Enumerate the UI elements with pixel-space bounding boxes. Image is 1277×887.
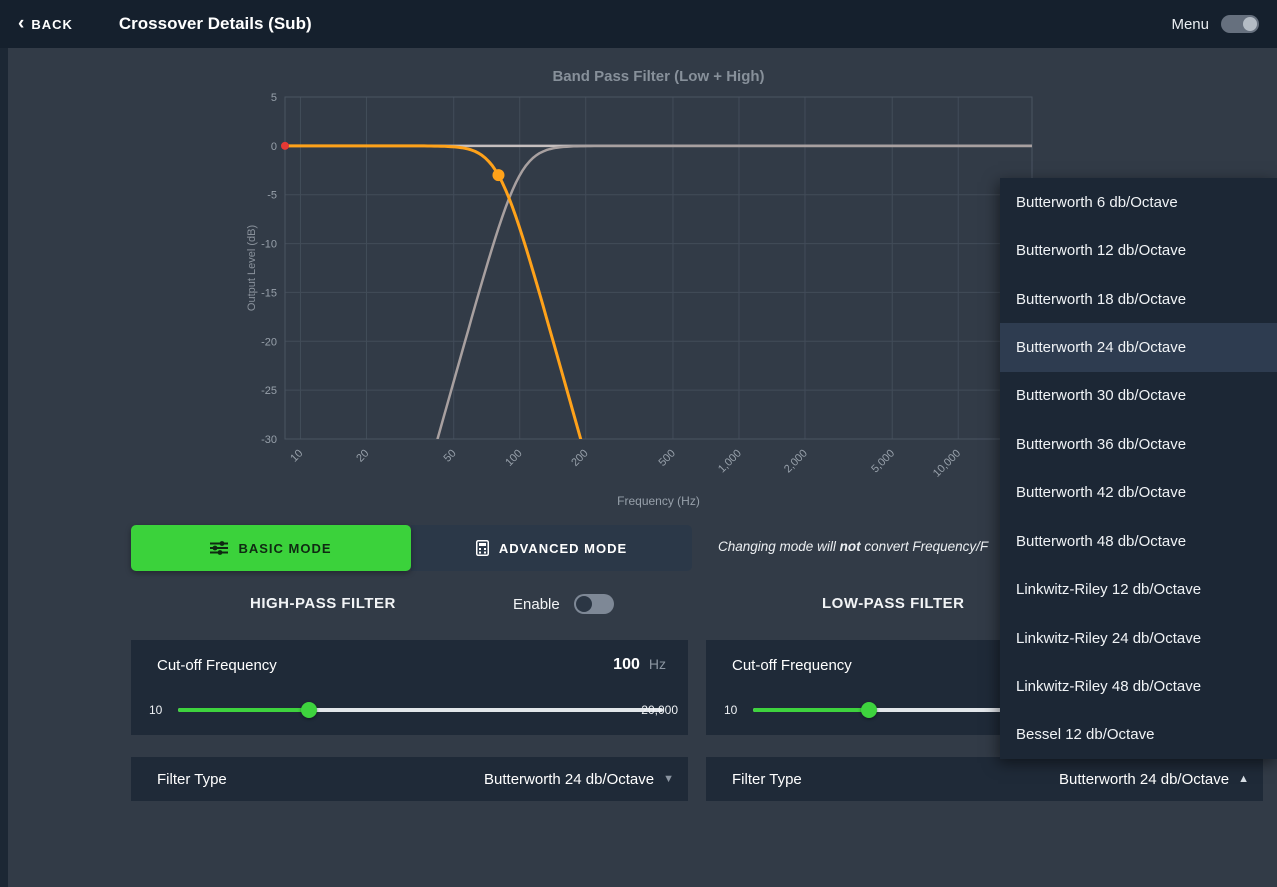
high-pass-preview [436,144,1032,439]
crossover-details-screen: ‹ BACK Crossover Details (Sub) Menu Band… [0,0,1277,887]
hpf-filter-type-value: Butterworth 24 db/Octave [484,770,655,788]
left-edge-strip [0,48,8,887]
basic-mode-button[interactable]: BASIC MODE [131,525,411,571]
svg-text:1,000: 1,000 [716,447,744,475]
hpf-slider-knob[interactable] [300,702,317,718]
hpf-enable-toggle[interactable] [573,594,614,614]
lpf-cutoff-label: Cut-off Frequency [732,657,852,674]
hpf-slider-max: 20,000 [641,703,678,717]
y-axis-label: Output Level (dB) [246,225,258,311]
lpf-filter-type-select[interactable]: Filter Type Butterworth 24 db/Octave ▲ [706,757,1263,801]
bandpass-chart: Band Pass Filter (Low + High) 5 0 -5 -10 -15… [240,60,1035,522]
svg-text:-10: -10 [261,239,277,251]
hpf-cutoff-slider: 10 20,000 [131,698,688,728]
svg-text:-30: -30 [261,434,277,446]
hpf-cutoff-value: 100 [613,656,640,673]
menu-toggle-knob [1243,17,1257,31]
svg-text:10: 10 [288,447,305,464]
advanced-mode-label: ADVANCED MODE [498,540,628,556]
bandpass-chart-svg[interactable]: 50-5-10-15-20-25-3010 20 50 100 200 500 1,000 2… [240,60,1035,522]
svg-text:0: 0 [271,141,277,153]
dropdown-option[interactable]: Butterworth 30 db/Octave [1000,372,1277,420]
hpf-slider-fill [178,708,309,712]
hpf-cutoff-unit: Hz [648,656,666,672]
hpf-enable-label: Enable [513,595,560,613]
dropdown-option[interactable]: Bessel 12 db/Octave [1000,711,1277,759]
svg-text:2,000: 2,000 [782,447,810,475]
lpf-filter-type-value: Butterworth 24 db/Octave [1059,770,1230,788]
low-pass-preview [285,144,583,439]
svg-text:100: 100 [503,447,524,468]
svg-text:5: 5 [271,92,277,104]
dropdown-option[interactable]: Butterworth 18 db/Octave [1000,275,1277,323]
hpf-filter-type-label: Filter Type [157,770,227,788]
svg-text:10,000: 10,000 [931,447,963,479]
dropdown-option[interactable]: Butterworth 42 db/Octave [1000,469,1277,517]
calculator-icon [475,540,489,556]
mode-change-note: Changing mode will not convert Frequency… [718,539,989,554]
header-bar: ‹ BACK Crossover Details (Sub) Menu [0,0,1277,48]
dropdown-option[interactable]: Butterworth 6 db/Octave [1000,178,1277,226]
lpf-filter-type-label: Filter Type [732,770,802,788]
hpf-filter-type-select[interactable]: Filter Type Butterworth 24 db/Octave ▼ [131,757,688,801]
sliders-icon [210,541,229,555]
lpf-slider-fill [753,708,870,712]
svg-text:-5: -5 [267,190,277,202]
back-button[interactable]: ‹ BACK [18,12,73,34]
svg-text:5,000: 5,000 [869,447,897,475]
hpf-slider-min: 10 [149,703,163,717]
dropdown-option[interactable]: Linkwitz-Riley 24 db/Octave [1000,614,1277,662]
advanced-mode-button[interactable]: ADVANCED MODE [411,525,692,571]
dropdown-option[interactable]: Butterworth 24 db/Octave [1000,323,1277,372]
dropdown-option[interactable]: Linkwitz-Riley 12 db/Octave [1000,565,1277,613]
filter-type-dropdown: Butterworth 6 db/Octave Butterworth 12 db… [1000,178,1277,759]
basic-mode-label: BASIC MODE [238,540,332,556]
lpf-cutoff-handle[interactable] [492,169,505,182]
hpf-cutoff-panel: Cut-off Frequency 100 Hz 10 20,000 [131,640,688,735]
lpf-slider-knob[interactable] [861,702,878,718]
dropdown-option[interactable]: Butterworth 48 db/Octave [1000,517,1277,565]
svg-text:200: 200 [569,447,590,468]
hpf-enable-toggle-knob [575,596,592,612]
hpf-edge-marker[interactable] [281,141,289,150]
svg-text:50: 50 [442,447,459,464]
menu-toggle[interactable] [1221,15,1259,33]
svg-text:-15: -15 [261,287,277,299]
svg-text:-20: -20 [261,336,277,348]
dropdown-option[interactable]: Butterworth 36 db/Octave [1000,420,1277,468]
menu-label: Menu [1171,15,1209,33]
chevron-up-icon: ▲ [1238,773,1249,785]
chevron-down-icon: ▼ [663,773,674,785]
x-axis-label: Frequency (Hz) [617,494,700,508]
back-label: BACK [31,16,73,32]
lpf-slider-min: 10 [724,703,738,717]
back-chevron-icon: ‹ [18,12,25,34]
dropdown-option[interactable]: Butterworth 12 db/Octave [1000,226,1277,274]
hpf-cutoff-label: Cut-off Frequency [157,657,277,674]
svg-text:500: 500 [656,447,677,468]
page-title: Crossover Details (Sub) [118,14,312,33]
dropdown-option[interactable]: Linkwitz-Riley 48 db/Octave [1000,662,1277,710]
hpf-section-label: HIGH-PASS FILTER [250,595,396,612]
hpf-slider-track[interactable] [178,702,663,718]
svg-text:-25: -25 [261,385,277,397]
svg-text:20: 20 [354,447,371,464]
lpf-section-label: LOW-PASS FILTER [822,595,965,612]
